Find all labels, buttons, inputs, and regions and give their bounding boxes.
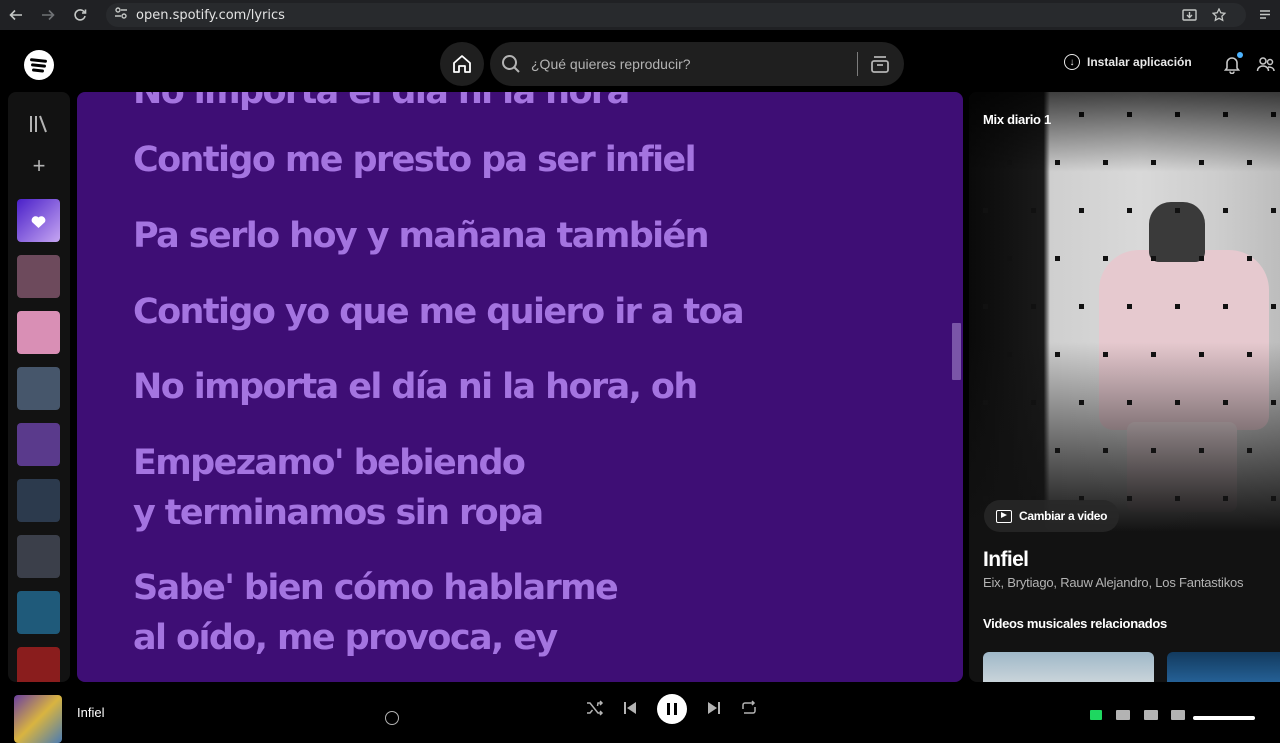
video-dot	[1223, 304, 1228, 309]
lyric-line[interactable]: y terminamos sin ropa	[133, 488, 544, 538]
video-dot	[1223, 208, 1228, 213]
add-to-library-icon[interactable]	[385, 711, 399, 725]
video-dot	[983, 208, 988, 213]
video-dot	[1271, 208, 1276, 213]
home-button[interactable]	[440, 42, 484, 86]
video-dot	[1175, 304, 1180, 309]
search-input[interactable]: ¿Qué quieres reproducir?	[531, 56, 691, 72]
lyric-line[interactable]: al oído, me provoca, ey	[133, 613, 558, 663]
video-dot	[1031, 208, 1036, 213]
address-bar[interactable]: open.spotify.com/lyrics	[106, 3, 1246, 27]
video-dot	[1079, 304, 1084, 309]
forward-icon[interactable]	[32, 0, 64, 30]
install-app-icon[interactable]	[1174, 0, 1204, 30]
next-track-icon[interactable]	[705, 700, 723, 716]
library-item-playlist-5[interactable]	[17, 479, 60, 522]
bookmark-star-icon[interactable]	[1204, 0, 1234, 30]
lyric-line[interactable]: Sabe' bien cómo hablarme	[133, 563, 619, 613]
video-play-icon	[996, 509, 1012, 523]
volume-slider[interactable]	[1193, 716, 1255, 720]
video-dot	[1175, 208, 1180, 213]
notification-dot	[1237, 52, 1243, 58]
player-bar: Infiel	[0, 688, 1280, 743]
video-dot	[1247, 256, 1252, 261]
search-divider	[857, 52, 858, 76]
spotify-logo-icon[interactable]	[24, 50, 54, 80]
related-videos-header: Videos musicales relacionados	[983, 616, 1167, 631]
install-app-label: Instalar aplicación	[1087, 55, 1192, 69]
lyric-line[interactable]: Contigo yo que me quiero ir a toa	[133, 287, 745, 337]
site-settings-icon[interactable]	[114, 6, 128, 25]
video-dot	[1127, 208, 1132, 213]
library-item-playlist-2[interactable]	[17, 311, 60, 354]
lyric-line[interactable]: Pa serlo hoy y mañana también	[133, 211, 710, 261]
library-item-playlist-3[interactable]	[17, 367, 60, 410]
volume-icon[interactable]	[1171, 710, 1185, 720]
search-icon	[502, 55, 520, 73]
home-icon	[453, 55, 471, 73]
reading-list-icon[interactable]	[1250, 0, 1280, 30]
lyric-line[interactable]: Contigo me presto pa ser infiel	[133, 135, 697, 185]
browse-icon[interactable]	[868, 52, 892, 76]
switch-to-video-label: Cambiar a video	[1019, 509, 1108, 523]
url-text: open.spotify.com/lyrics	[136, 7, 285, 23]
browser-toolbar: open.spotify.com/lyrics	[0, 0, 1280, 30]
plus-icon: +	[32, 153, 46, 178]
video-dot	[1271, 304, 1276, 309]
library-icon[interactable]	[28, 114, 50, 134]
video-dot	[983, 304, 988, 309]
lyric-line[interactable]: Empezamo' bebiendo	[133, 438, 526, 488]
video-dot	[1103, 256, 1108, 261]
now-playing-panel: Mix diario 1 Cambiar a video Infiel Eix,…	[969, 92, 1280, 682]
queue-icon[interactable]	[1116, 710, 1130, 720]
library-item-playlist-7[interactable]	[17, 591, 60, 634]
back-icon[interactable]	[0, 0, 32, 30]
search-bar[interactable]: ¿Qué quieres reproducir?	[490, 42, 904, 86]
related-video-thumb[interactable]	[1167, 652, 1280, 682]
pause-icon	[667, 703, 670, 715]
pause-icon-bar	[674, 703, 677, 715]
song-artists[interactable]: Eix, Brytiago, Rauw Alejandro, Los Fanta…	[983, 575, 1244, 590]
friend-activity-icon[interactable]	[1256, 54, 1276, 74]
repeat-icon[interactable]	[740, 700, 758, 716]
switch-to-video-button[interactable]: Cambiar a video	[984, 500, 1120, 532]
lyrics-mic-icon[interactable]	[1090, 710, 1102, 720]
lyric-line-active[interactable]: No importa el día ni la hora, oh	[133, 362, 698, 412]
library-item-playlist-6[interactable]	[17, 535, 60, 578]
video-dot	[1079, 208, 1084, 213]
lyrics-panel: No importa el día ni la hora Contigo me …	[77, 92, 963, 682]
video-dot	[1007, 256, 1012, 261]
previous-track-icon[interactable]	[621, 700, 639, 716]
video-dot	[1199, 256, 1204, 261]
library-sidebar: +	[8, 92, 70, 682]
song-title[interactable]: Infiel	[983, 548, 1029, 572]
reload-icon[interactable]	[64, 0, 96, 30]
install-app-link[interactable]: ↓ Instalar aplicación	[1064, 54, 1192, 70]
download-icon: ↓	[1064, 54, 1080, 70]
library-item-playlist-8[interactable]	[17, 647, 60, 682]
video-dot	[1031, 304, 1036, 309]
spotify-topbar: ¿Qué quieres reproducir? ↓ Instalar apli…	[0, 36, 1280, 92]
video-dot	[1055, 256, 1060, 261]
canvas-video	[969, 92, 1280, 532]
library-item-liked-songs[interactable]	[17, 199, 60, 242]
connect-device-icon[interactable]	[1144, 710, 1158, 720]
create-playlist-button[interactable]: +	[25, 152, 53, 180]
video-dot	[1127, 304, 1132, 309]
lyrics-scrollbar[interactable]	[952, 323, 961, 380]
video-dot	[1151, 256, 1156, 261]
album-cover[interactable]	[14, 695, 62, 743]
playing-context-title[interactable]: Mix diario 1	[983, 112, 1051, 127]
library-item-playlist-1[interactable]	[17, 255, 60, 298]
heart-icon	[31, 216, 46, 228]
player-track-title[interactable]: Infiel	[77, 705, 104, 720]
library-item-playlist-4[interactable]	[17, 423, 60, 466]
lyric-line[interactable]: No importa el día ni la hora	[133, 92, 630, 117]
shuffle-icon[interactable]	[586, 700, 604, 716]
related-video-thumb[interactable]	[983, 652, 1154, 682]
